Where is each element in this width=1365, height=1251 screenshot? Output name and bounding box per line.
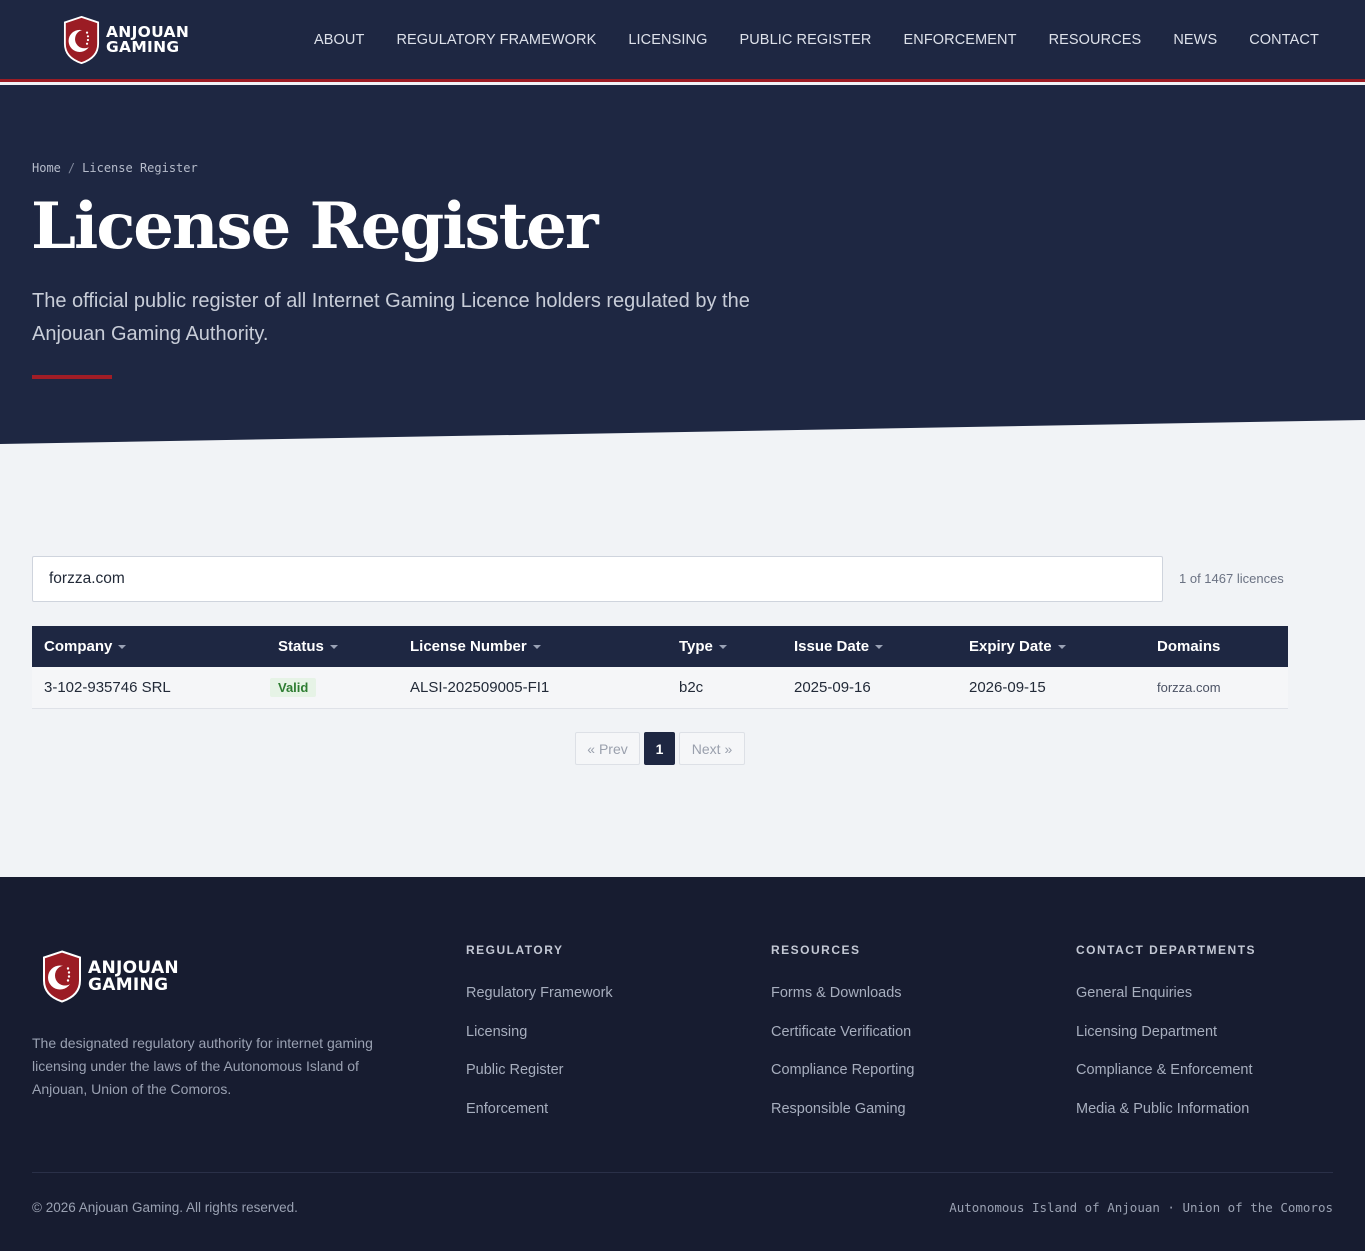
footer-link-regulatory-framework[interactable]: Regulatory Framework — [466, 985, 613, 1024]
site-footer: ANJOUAN GAMING The designated regulatory… — [0, 877, 1365, 1251]
license-table: Company Status License Number Type Issue… — [32, 626, 1288, 709]
column-header-license-number[interactable]: License Number — [398, 626, 667, 667]
logo-wordmark: ANJOUAN GAMING — [106, 25, 189, 56]
nav-licensing[interactable]: LICENSING — [628, 32, 707, 48]
footer-link-responsible-gaming[interactable]: Responsible Gaming — [771, 1101, 914, 1140]
pagination: « Prev 1 Next » — [575, 732, 749, 765]
footer-link-compliance-reporting[interactable]: Compliance Reporting — [771, 1062, 914, 1101]
breadcrumb-current: License Register — [82, 161, 198, 175]
caret-down-icon — [329, 645, 338, 650]
nav-news[interactable]: NEWS — [1173, 32, 1217, 48]
license-search-input[interactable] — [32, 556, 1163, 602]
logo-line-2: GAMING — [106, 38, 180, 56]
cell-status: Valid — [266, 667, 398, 709]
cell-issue-date: 2025-09-16 — [782, 667, 957, 709]
caret-down-icon — [118, 645, 127, 650]
column-header-type[interactable]: Type — [667, 626, 782, 667]
footer-column-title: REGULATORY — [466, 943, 564, 957]
site-logo[interactable]: ANJOUAN GAMING — [63, 16, 189, 64]
cell-company: 3-102-935746 SRL — [32, 667, 266, 709]
cell-license-number: ALSI-202509005-FI1 — [398, 667, 667, 709]
footer-column-resources: RESOURCES Forms & Downloads Certificate … — [771, 943, 914, 1140]
logo-wordmark: ANJOUAN GAMING — [88, 960, 179, 995]
column-label: Issue Date — [794, 638, 870, 655]
footer-divider — [32, 1172, 1333, 1173]
prev-page-button[interactable]: « Prev — [575, 732, 640, 765]
footer-link-general-enquiries[interactable]: General Enquiries — [1076, 985, 1256, 1024]
column-header-domains: Domains — [1145, 626, 1288, 667]
column-label: License Number — [410, 638, 527, 655]
status-badge: Valid — [270, 677, 317, 697]
footer-link-licensing[interactable]: Licensing — [466, 1024, 613, 1063]
column-header-issue-date[interactable]: Issue Date — [782, 626, 957, 667]
page-subtitle: The official public register of all Inte… — [32, 290, 750, 345]
crescent-shield-icon — [63, 16, 100, 64]
footer-column-contact-departments: CONTACT DEPARTMENTS General Enquiries Li… — [1076, 943, 1256, 1140]
column-label: Status — [278, 638, 324, 655]
footer-link-public-register[interactable]: Public Register — [466, 1062, 613, 1101]
page-title: License Register — [31, 189, 599, 264]
column-label: Expiry Date — [969, 638, 1052, 655]
hero-section: Home / License Register License Register T… — [0, 85, 1365, 444]
cell-domains: forzza.com — [1145, 667, 1288, 709]
footer-column-title: RESOURCES — [771, 943, 861, 957]
breadcrumb-separator: / — [67, 161, 76, 175]
table-header-row: Company Status License Number Type Issue… — [32, 626, 1288, 667]
result-count: 1 of 1467 licences — [1179, 571, 1284, 586]
domain-link[interactable]: forzza.com — [1157, 680, 1221, 695]
footer-logo[interactable]: ANJOUAN GAMING — [42, 950, 179, 1003]
column-label: Domains — [1157, 638, 1221, 655]
column-header-expiry-date[interactable]: Expiry Date — [957, 626, 1145, 667]
footer-link-licensing-department[interactable]: Licensing Department — [1076, 1024, 1256, 1063]
caret-down-icon — [1057, 645, 1066, 650]
footer-link-compliance-enforcement[interactable]: Compliance & Enforcement — [1076, 1062, 1256, 1101]
nav-resources[interactable]: RESOURCES — [1049, 32, 1142, 48]
current-page-button[interactable]: 1 — [644, 732, 675, 765]
nav-contact[interactable]: CONTACT — [1249, 32, 1319, 48]
main-nav: ABOUT REGULATORY FRAMEWORK LICENSING PUB… — [314, 32, 1351, 48]
table-row[interactable]: 3-102-935746 SRL Valid ALSI-202509005-FI… — [32, 667, 1288, 709]
cell-type: b2c — [667, 667, 782, 709]
nav-regulatory-framework[interactable]: REGULATORY FRAMEWORK — [396, 32, 596, 48]
footer-description: The designated regulatory authority for … — [32, 1035, 373, 1097]
column-label: Company — [44, 638, 113, 655]
logo-line-2: GAMING — [88, 974, 169, 995]
nav-about[interactable]: ABOUT — [314, 32, 364, 48]
site-header: ANJOUAN GAMING ABOUT REGULATORY FRAMEWOR… — [0, 0, 1365, 82]
footer-link-media-public-information[interactable]: Media & Public Information — [1076, 1101, 1256, 1140]
footer-column-title: CONTACT DEPARTMENTS — [1076, 943, 1257, 957]
title-accent-rule — [32, 375, 112, 379]
caret-down-icon — [875, 645, 884, 650]
footer-link-forms-downloads[interactable]: Forms & Downloads — [771, 985, 914, 1024]
footer-link-enforcement[interactable]: Enforcement — [466, 1101, 613, 1140]
nav-enforcement[interactable]: ENFORCEMENT — [903, 32, 1016, 48]
crescent-shield-icon — [43, 950, 81, 1003]
column-header-company[interactable]: Company — [32, 626, 266, 667]
footer-column-regulatory: REGULATORY Regulatory Framework Licensin… — [466, 943, 613, 1140]
copyright: © 2026 Anjouan Gaming. All rights reserv… — [32, 1200, 298, 1215]
breadcrumb-home[interactable]: Home — [32, 161, 61, 175]
breadcrumb: Home / License Register — [32, 161, 198, 175]
caret-down-icon — [718, 645, 727, 650]
footer-locale: Autonomous Island of Anjouan · Union of … — [949, 1200, 1333, 1215]
cell-expiry-date: 2026-09-15 — [957, 667, 1145, 709]
column-label: Type — [679, 638, 713, 655]
caret-down-icon — [532, 645, 541, 650]
nav-public-register[interactable]: PUBLIC REGISTER — [739, 32, 871, 48]
footer-link-certificate-verification[interactable]: Certificate Verification — [771, 1024, 914, 1063]
column-header-status[interactable]: Status — [266, 626, 398, 667]
next-page-button[interactable]: Next » — [679, 732, 745, 765]
